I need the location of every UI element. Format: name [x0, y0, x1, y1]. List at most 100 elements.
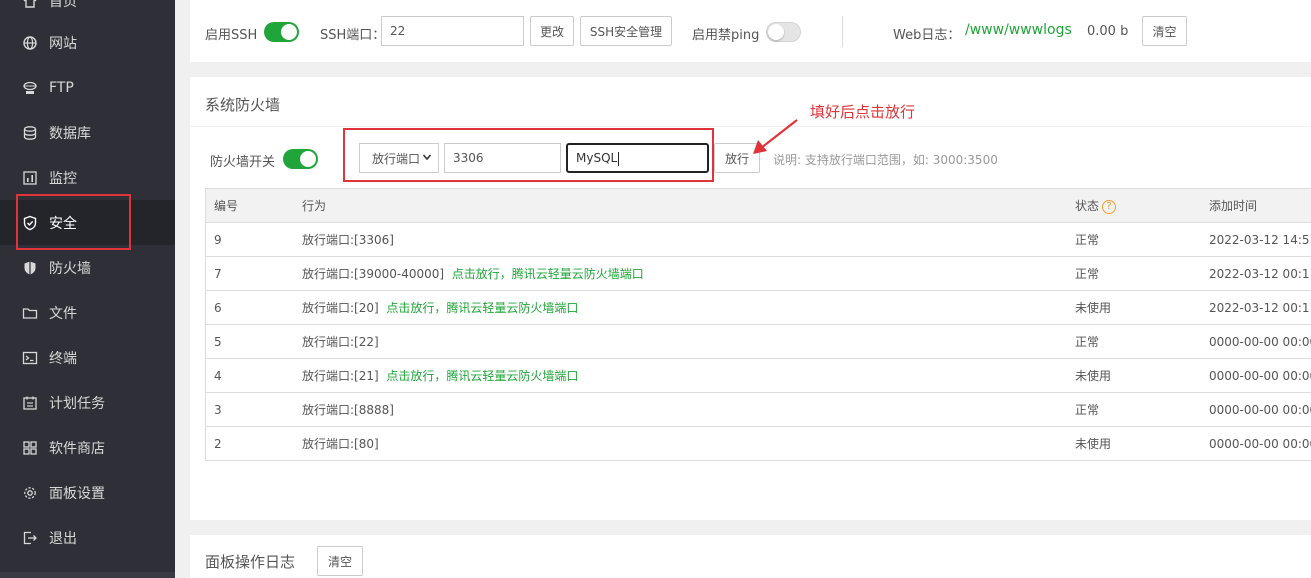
ftp-icon: [22, 80, 38, 96]
ssh-manage-button[interactable]: SSH安全管理: [580, 16, 672, 46]
sidebar-item-label: 计划任务: [49, 395, 105, 412]
sidebar-item-label: 终端: [49, 350, 77, 367]
sidebar-item-security[interactable]: 安全: [0, 200, 175, 245]
row-time: 0000-00-00 00:00: [1209, 335, 1311, 349]
port-input[interactable]: 3306: [444, 143, 561, 173]
sidebar-item-label: 网站: [49, 35, 77, 52]
sidebar: 首页 网站 FTP 数据库 监控 安全 防火墙 文件 终端 计划任务 软件商店: [0, 0, 175, 578]
terminal-icon: [22, 350, 38, 366]
text-cursor: [618, 151, 620, 166]
header-time: 添加时间: [1209, 199, 1258, 213]
row-id: 6: [214, 301, 222, 315]
ping-label: 启用禁ping: [692, 28, 760, 43]
sidebar-item-store[interactable]: 软件商店: [0, 425, 175, 470]
shield-icon: [22, 215, 38, 231]
row-action-text: 放行端口:[39000-40000]: [302, 267, 445, 281]
sidebar-item-label: 退出: [49, 530, 77, 547]
row-id: 5: [214, 335, 222, 349]
change-port-button[interactable]: 更改: [530, 16, 574, 46]
sidebar-item-website[interactable]: 网站: [0, 20, 175, 65]
sidebar-item-terminal[interactable]: 终端: [0, 335, 175, 380]
home-icon: [22, 0, 38, 9]
sidebar-item-label: FTP: [49, 79, 74, 96]
grid-icon: [22, 440, 38, 456]
table-row: 5 放行端口:[22] 正常 0000-00-00 00:00: [206, 325, 1311, 359]
table-row: 4 放行端口:[21] 点击放行，腾讯云轻量云防火墙端口 未使用 0000-00…: [206, 359, 1311, 393]
folder-icon: [22, 305, 38, 321]
firewall-icon: [22, 260, 38, 276]
rule-type-value: 放行端口: [372, 151, 421, 166]
row-note[interactable]: 点击放行，腾讯云轻量云防火墙端口: [452, 267, 644, 281]
table-row: 9 放行端口:[3306] 正常 2022-03-12 14:51: [206, 223, 1311, 257]
firewall-rules-table: 编号 行为 状态? 添加时间 9 放行端口:[3306] 正常 2022-03-…: [205, 188, 1311, 461]
firewall-title: 系统防火墙: [205, 96, 281, 114]
sidebar-item-database[interactable]: 数据库: [0, 110, 175, 155]
remark-input[interactable]: MySQL: [566, 143, 709, 173]
sidebar-item-label: 防火墙: [49, 260, 91, 277]
row-action-text: 放行端口:[21]: [302, 369, 379, 383]
table-row: 2 放行端口:[80] 未使用 0000-00-00 00:00: [206, 427, 1311, 461]
header-action: 行为: [302, 199, 327, 213]
calendar-icon: [22, 395, 38, 411]
web-log-label: Web日志：: [893, 28, 961, 43]
sidebar-item-label: 监控: [49, 170, 77, 187]
row-status: 未使用: [1075, 437, 1112, 451]
gear-icon: [22, 485, 38, 501]
sidebar-item-label: 软件商店: [49, 440, 105, 457]
divider: [842, 16, 843, 47]
row-id: 4: [214, 369, 222, 383]
sidebar-item-cron[interactable]: 计划任务: [0, 380, 175, 425]
firewall-toggle[interactable]: [283, 149, 318, 169]
row-note[interactable]: 点击放行，腾讯云轻量云防火墙端口: [386, 369, 578, 383]
row-id: 7: [214, 267, 222, 281]
sidebar-scrollbar[interactable]: [0, 572, 175, 578]
row-action: 放行端口:[3306]: [302, 223, 394, 257]
row-note[interactable]: 点击放行，腾讯云轻量云防火墙端口: [386, 301, 578, 315]
row-action: 放行端口:[8888]: [302, 393, 394, 427]
header-id: 编号: [214, 199, 239, 213]
row-time: 2022-03-12 14:51: [1209, 233, 1311, 247]
row-action: 放行端口:[21] 点击放行，腾讯云轻量云防火墙端口: [302, 359, 578, 393]
ping-toggle[interactable]: [766, 22, 801, 42]
row-action-text: 放行端口:[20]: [302, 301, 379, 315]
row-status: 未使用: [1075, 369, 1112, 383]
web-log-path[interactable]: /www/wwwlogs: [965, 22, 1072, 38]
database-icon: [22, 125, 38, 141]
row-action: 放行端口:[80]: [302, 427, 379, 461]
sidebar-item-firewall[interactable]: 防火墙: [0, 245, 175, 290]
row-time: 2022-03-12 00:11: [1209, 267, 1311, 281]
sidebar-item-ftp[interactable]: FTP: [0, 65, 175, 110]
sidebar-item-label: 安全: [49, 215, 77, 232]
chevron-down-icon: [422, 151, 432, 165]
annotation-arrow-icon: [753, 119, 798, 154]
sidebar-item-monitor[interactable]: 监控: [0, 155, 175, 200]
firewall-switch-label: 防火墙开关: [210, 155, 276, 170]
ssh-toggle[interactable]: [264, 22, 299, 42]
clear-web-log-button[interactable]: 清空: [1142, 16, 1187, 46]
clear-panel-log-button[interactable]: 清空: [317, 546, 363, 576]
table-header-row: 编号 行为 状态? 添加时间: [206, 189, 1311, 223]
globe-icon: [22, 35, 38, 51]
row-time: 0000-00-00 00:00: [1209, 437, 1311, 451]
ssh-port-label: SSH端口：: [320, 28, 386, 43]
row-action-text: 放行端口:[8888]: [302, 403, 394, 417]
logout-icon: [22, 530, 38, 546]
row-time: 2022-03-12 00:11: [1209, 301, 1311, 315]
sidebar-item-label: 首页: [49, 0, 77, 10]
row-time: 0000-00-00 00:00: [1209, 403, 1311, 417]
row-action-text: 放行端口:[22]: [302, 335, 379, 349]
sidebar-item-logout[interactable]: 退出: [0, 515, 175, 560]
sidebar-item-files[interactable]: 文件: [0, 290, 175, 335]
sidebar-item-panel-settings[interactable]: 面板设置: [0, 470, 175, 515]
row-action: 放行端口:[22]: [302, 325, 379, 359]
row-status: 正常: [1075, 233, 1100, 247]
row-action: 放行端口:[20] 点击放行，腾讯云轻量云防火墙端口: [302, 291, 578, 325]
rule-type-select[interactable]: 放行端口: [359, 143, 439, 173]
row-action-text: 放行端口:[80]: [302, 437, 379, 451]
row-status: 正常: [1075, 335, 1100, 349]
row-id: 9: [214, 233, 222, 247]
sidebar-item-label: 文件: [49, 305, 77, 322]
ssh-port-input[interactable]: 22: [381, 16, 524, 46]
help-icon[interactable]: ?: [1102, 199, 1117, 214]
monitor-icon: [22, 170, 38, 186]
